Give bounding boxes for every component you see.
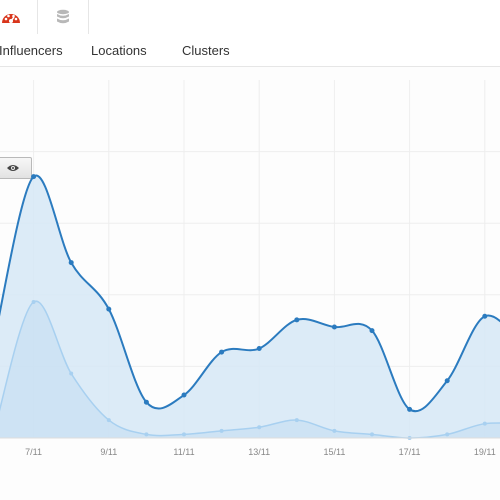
data-point [482,313,488,319]
area-chart: 7/11 9/11 11/11 13/11 15/11 17/11 19/11 [0,80,500,457]
x-tick-label: 13/11 [248,447,270,457]
data-point [445,432,450,437]
data-point [182,432,186,437]
data-point [407,406,413,412]
data-point [444,378,450,384]
data-point [294,317,300,323]
x-tick-label: 9/11 [100,447,117,457]
x-tick-label: 17/11 [399,447,421,457]
x-tick-label: 7/11 [25,447,42,457]
data-point [31,299,36,304]
data-point [256,346,262,351]
x-tick-label: 15/11 [323,447,345,457]
data-point [143,399,149,405]
data-point [181,392,187,398]
data-point [294,418,299,423]
data-point [219,349,225,355]
data-point [219,428,224,433]
x-tick-label: 11/11 [173,447,194,457]
data-point [144,432,149,437]
data-point [106,306,112,312]
data-point [370,432,374,437]
data-point [331,324,337,330]
data-point [482,421,487,426]
x-tick-label: 19/11 [474,447,496,457]
data-point [68,260,74,266]
data-point [332,428,337,433]
data-point [369,328,375,334]
data-point [257,425,262,430]
data-point [69,371,74,376]
data-point [106,418,111,423]
data-point [31,174,37,180]
